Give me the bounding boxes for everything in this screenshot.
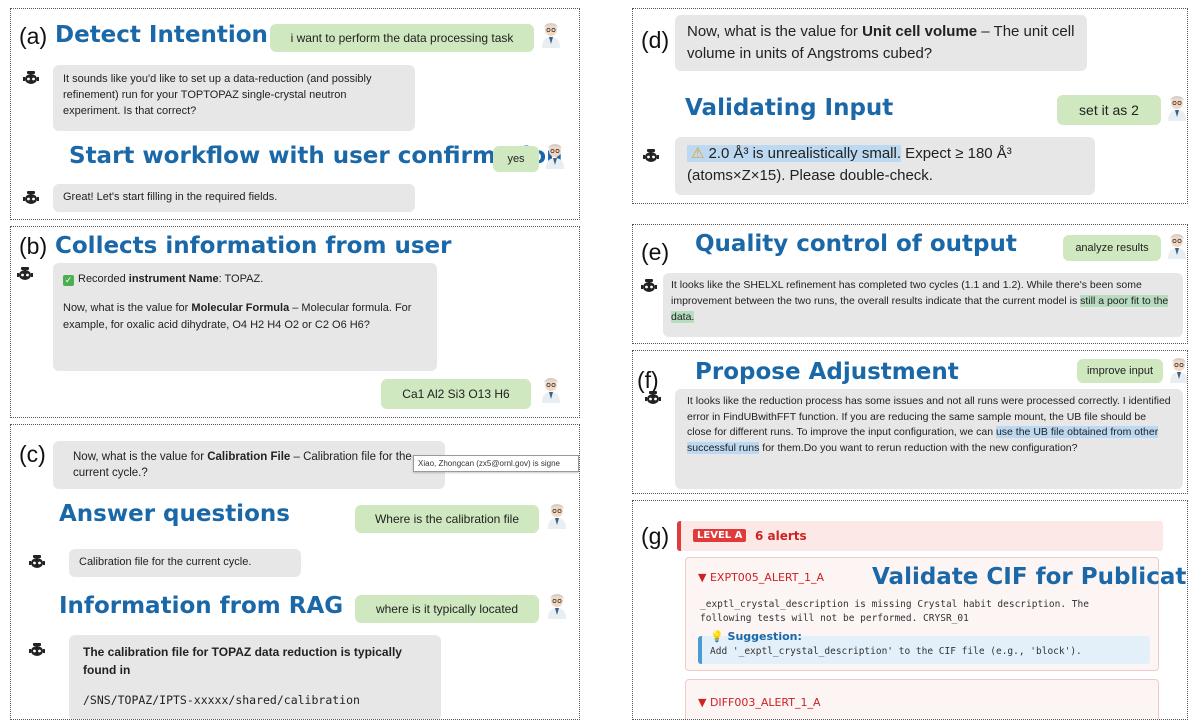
calibration-path: /SNS/TOPAZ/IPTS-xxxxx/shared/calibration: [83, 693, 360, 707]
bot-message: It looks like the reduction process has …: [675, 389, 1183, 489]
warning-highlight: ⚠ 2.0 Å³ is unrealistically small.: [687, 145, 902, 162]
panel-label: (e): [641, 239, 670, 265]
signed-tooltip: Xiao, Zhongcan (zx5@ornl.gov) is signe: [413, 455, 579, 472]
user-message: analyze results: [1063, 235, 1161, 261]
robot-icon: [29, 555, 45, 569]
user-avatar-icon: [1165, 95, 1188, 121]
section-title: Propose Adjustment: [695, 359, 959, 385]
user-message: Where is the calibration file: [355, 505, 539, 533]
user-avatar-icon: [539, 22, 563, 48]
panel-validate-cif: (g) LEVEL A 6 alerts ▼ EXPT005_ALERT_1_A…: [632, 500, 1188, 720]
panel-label: (b): [19, 233, 48, 259]
bot-message: Now, what is the value for Calibration F…: [53, 441, 445, 489]
recorded-line: ✓ Recorded instrument Name: TOPAZ.: [63, 273, 264, 286]
check-icon: ✓: [63, 275, 74, 286]
panel-propose-adjustment: (f) Propose Adjustment improve input It …: [632, 350, 1188, 494]
user-avatar-icon: [1167, 357, 1188, 383]
bot-message: Great! Let's start filling in the requir…: [53, 184, 415, 212]
robot-icon: [645, 391, 661, 405]
user-message: set it as 2: [1057, 95, 1161, 125]
robot-icon: [23, 191, 39, 205]
panel-quality-control: (e) Quality control of output analyze re…: [632, 224, 1188, 344]
alert-toggle[interactable]: ▼ EXPT005_ALERT_1_A: [698, 571, 824, 584]
robot-icon: [23, 71, 39, 85]
user-avatar-icon: [1165, 233, 1188, 259]
suggestion-text: Add '_exptl_crystal_description' to the …: [710, 646, 1082, 657]
section-title: Information from RAG: [59, 593, 344, 619]
robot-icon: [643, 149, 659, 163]
user-message: where is it typically located: [355, 595, 539, 623]
panel-label: (c): [19, 441, 46, 467]
panel-answer-questions: (c) Now, what is the value for Calibrati…: [10, 424, 580, 720]
alert-description: _exptl_crystal_description is missing Cr…: [700, 599, 1089, 624]
user-message: yes: [493, 146, 539, 172]
suggestion-title: 💡 Suggestion:: [710, 630, 802, 643]
section-title: Validating Input: [685, 95, 894, 121]
section-title: Validate CIF for Publication: [872, 564, 1187, 590]
bot-message: Calibration file for the current cycle.: [69, 549, 301, 577]
section-title: Answer questions: [59, 501, 290, 527]
user-avatar-icon: [543, 143, 567, 169]
panel-label: (a): [19, 23, 48, 49]
robot-icon: [641, 279, 657, 293]
user-message: improve input: [1077, 359, 1163, 383]
alert-card: ▼ DIFF003_ALERT_1_A: [685, 679, 1159, 719]
section-title: Start workflow with user confirmation: [69, 143, 563, 169]
panel-label: (f): [637, 367, 659, 393]
lightbulb-icon: 💡: [710, 630, 724, 643]
panel-label: (g): [641, 523, 670, 549]
panel-label: (d): [641, 27, 670, 53]
robot-icon: [29, 643, 45, 657]
bot-message: It sounds like you'd like to set up a da…: [53, 65, 415, 131]
panel-collect-info: (b) Collects information from user ✓ Reco…: [10, 226, 580, 418]
user-avatar-icon: [545, 503, 569, 529]
bot-message: Now, what is the value for Unit cell vol…: [675, 15, 1087, 71]
robot-icon: [17, 267, 33, 281]
bot-message: It looks like the SHELXL refinement has …: [663, 273, 1183, 337]
alert-toggle[interactable]: ▼ DIFF003_ALERT_1_A: [698, 696, 821, 709]
user-message: Ca1 Al2 Si3 O13 H6: [381, 379, 531, 409]
section-title: Detect Intention: [55, 22, 268, 48]
bot-message: ✓ Recorded instrument Name: TOPAZ. Now, w…: [53, 263, 437, 371]
bot-message: The calibration file for TOPAZ data redu…: [69, 635, 441, 719]
question-text: Now, what is the value for Molecular For…: [63, 302, 412, 331]
section-title: Quality control of output: [695, 231, 1017, 257]
section-title: Collects information from user: [55, 233, 452, 259]
panel-validating-input: (d) Now, what is the value for Unit cell…: [632, 8, 1188, 204]
user-message: i want to perform the data processing ta…: [270, 24, 534, 52]
level-a-header[interactable]: [677, 521, 1163, 551]
alert-count: 6 alerts: [755, 529, 807, 543]
user-avatar-icon: [545, 593, 569, 619]
level-badge: LEVEL A: [693, 529, 747, 542]
alert-card: ▼ EXPT005_ALERT_1_A Validate CIF for Pub…: [685, 557, 1187, 671]
panel-detect-intention: (a) Detect Intention i want to perform t…: [10, 8, 580, 220]
bot-message: ⚠ 2.0 Å³ is unrealistically small. Expect…: [675, 137, 1095, 195]
user-avatar-icon: [539, 377, 563, 403]
suggestion-box: 💡 Suggestion: Add '_exptl_crystal_descri…: [698, 630, 1150, 664]
warning-icon: ⚠: [691, 145, 705, 162]
